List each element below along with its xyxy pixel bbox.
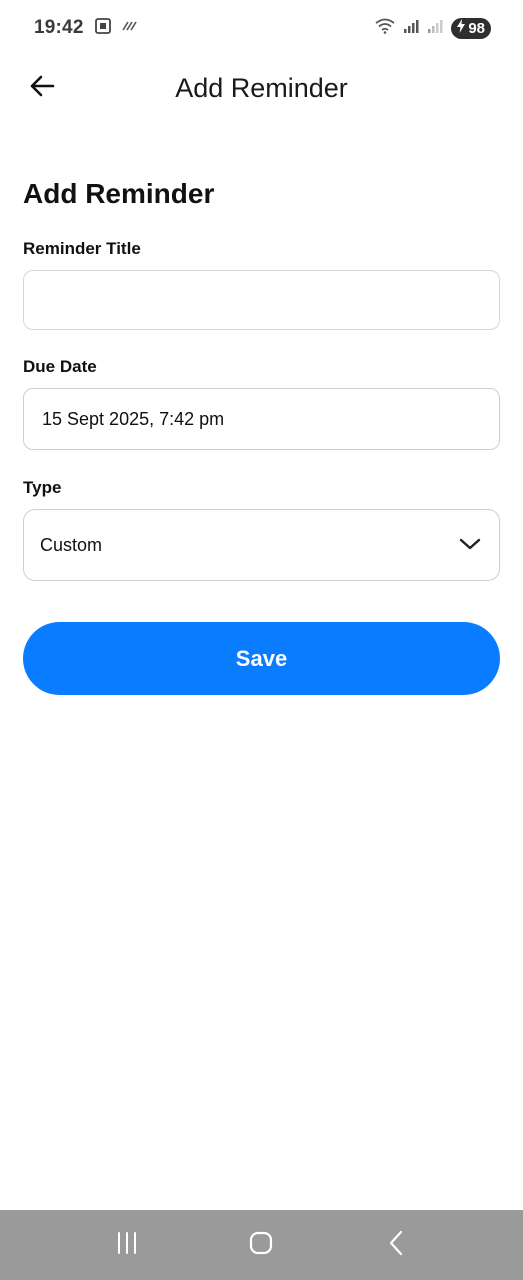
due-date-field[interactable]: 15 Sept 2025, 7:42 pm bbox=[23, 388, 500, 450]
arrow-left-icon bbox=[29, 75, 55, 102]
system-nav-bar bbox=[0, 1210, 523, 1280]
screenshot-icon bbox=[94, 17, 112, 40]
back-button[interactable] bbox=[22, 68, 62, 108]
battery-charging-icon bbox=[456, 19, 466, 37]
due-date-value: 15 Sept 2025, 7:42 pm bbox=[42, 408, 225, 429]
save-button[interactable]: Save bbox=[23, 622, 500, 695]
wifi-icon bbox=[375, 18, 395, 39]
status-bar: 19:42 98 bbox=[0, 0, 523, 56]
battery-indicator: 98 bbox=[451, 17, 491, 39]
app-bar-title: Add Reminder bbox=[175, 72, 348, 103]
home-icon bbox=[248, 1230, 274, 1261]
back-icon bbox=[387, 1230, 405, 1261]
chevron-down-icon bbox=[459, 535, 481, 556]
app-bar: Add Reminder bbox=[0, 56, 523, 120]
reminder-form: Add Reminder Reminder Title Due Date 15 … bbox=[23, 170, 500, 695]
type-label: Type bbox=[23, 478, 62, 497]
home-button[interactable] bbox=[231, 1220, 291, 1270]
signal-weak-icon bbox=[427, 18, 443, 39]
status-left: 19:42 bbox=[34, 17, 138, 40]
recent-apps-icon bbox=[115, 1231, 139, 1260]
status-time: 19:42 bbox=[34, 17, 84, 38]
type-select[interactable]: Custom bbox=[23, 509, 500, 581]
reminder-title-label: Reminder Title bbox=[23, 239, 141, 258]
recent-apps-button[interactable] bbox=[97, 1220, 157, 1270]
reminder-title-input[interactable] bbox=[23, 270, 500, 330]
due-date-label: Due Date bbox=[23, 357, 97, 376]
battery-level: 98 bbox=[468, 19, 485, 37]
nav-back-button[interactable] bbox=[366, 1220, 426, 1270]
signal-icon bbox=[403, 18, 419, 39]
nfc-icon bbox=[121, 19, 138, 37]
page-heading: Add Reminder bbox=[23, 178, 215, 209]
status-right: 98 bbox=[375, 17, 491, 39]
type-select-value: Custom bbox=[40, 534, 103, 555]
